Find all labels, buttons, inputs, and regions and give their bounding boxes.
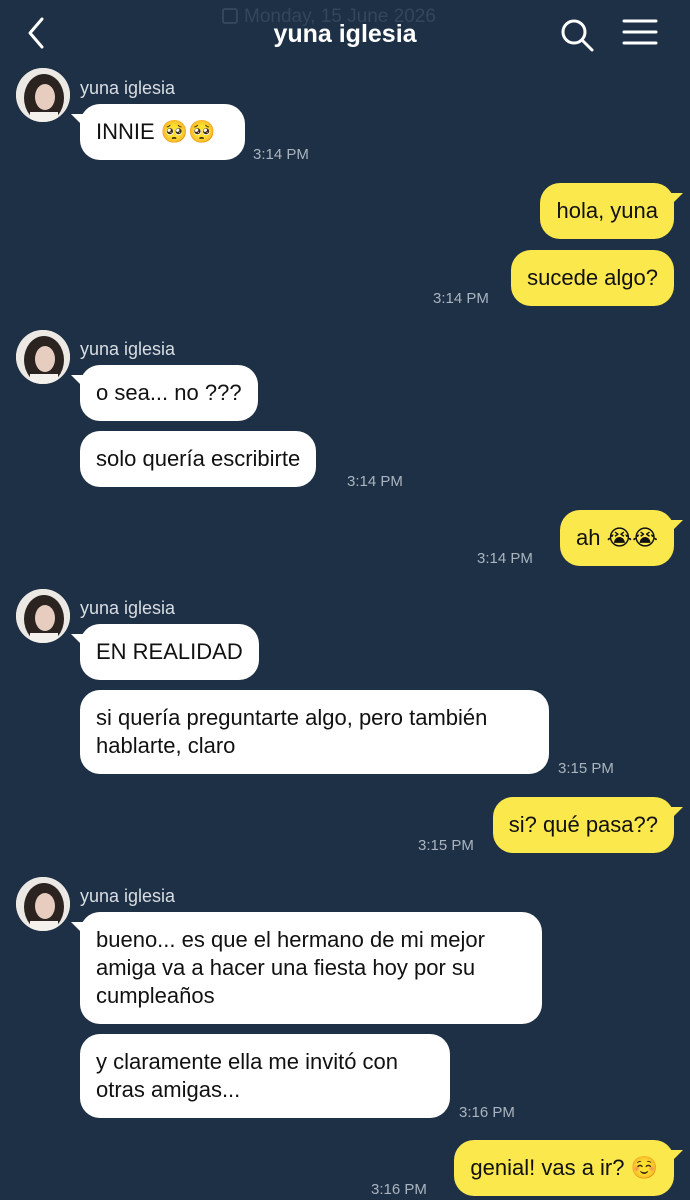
message-time: 3:16 PM <box>459 1104 515 1121</box>
search-icon[interactable] <box>558 16 596 54</box>
message-text: sucede algo? <box>527 265 658 290</box>
message-bubble[interactable]: solo quería escribirte <box>80 431 317 487</box>
sender-name: yuna iglesia <box>80 339 176 359</box>
chat-header: Monday, 15 June 2026 yuna iglesia <box>0 0 690 68</box>
message-time: 3:16 PM <box>371 1181 427 1198</box>
avatar[interactable] <box>16 68 70 122</box>
message-time: 3:14 PM <box>347 473 403 490</box>
message-text: hola, yuna <box>556 198 658 223</box>
message-time: 3:14 PM <box>253 146 309 163</box>
avatar[interactable] <box>16 877 70 931</box>
message-bubble[interactable]: hola, yuna <box>540 183 683 239</box>
message-text: solo quería escribirte <box>96 446 301 471</box>
message-text: y claramente ella me invitó con otras am… <box>96 1049 399 1102</box>
message-text: EN REALIDAD <box>96 639 243 664</box>
message-bubble[interactable]: y claramente ella me invitó con otras am… <box>80 1034 450 1118</box>
message-bubble[interactable]: bueno... es que el hermano de mi mejor a… <box>71 912 542 1024</box>
avatar[interactable] <box>16 330 70 384</box>
message-time: 3:14 PM <box>433 290 489 307</box>
message-time: 3:15 PM <box>418 837 474 854</box>
message-text: genial! vas a ir? ☺️ <box>470 1155 658 1180</box>
message-text: INNIE 🥺🥺 <box>96 119 216 144</box>
sender-name: yuna iglesia <box>80 886 176 906</box>
message-text: o sea... no ??? <box>96 380 242 405</box>
message-bubble[interactable]: EN REALIDAD <box>71 624 259 680</box>
menu-icon[interactable] <box>622 17 658 49</box>
message-text: si? qué pasa?? <box>508 812 658 837</box>
sender-name: yuna iglesia <box>80 78 176 98</box>
message-text: bueno... es que el hermano de mi mejor a… <box>96 927 485 1008</box>
message-bubble[interactable]: si quería preguntarte algo, pero también… <box>80 690 549 774</box>
message-text: ah 😭😭 <box>576 525 658 550</box>
message-bubble[interactable]: si? qué pasa?? <box>492 797 684 853</box>
message-time: 3:15 PM <box>558 760 614 777</box>
message-bubble[interactable]: sucede algo? <box>511 250 674 306</box>
message-bubble[interactable]: o sea... no ??? <box>71 365 258 421</box>
message-time: 3:14 PM <box>477 550 533 567</box>
message-text: si quería preguntarte algo, pero también… <box>96 705 488 758</box>
message-bubble[interactable]: genial! vas a ir? ☺️ <box>454 1140 683 1196</box>
message-bubble[interactable]: ah 😭😭 <box>560 510 683 566</box>
avatar[interactable] <box>16 589 70 643</box>
sender-name: yuna iglesia <box>80 598 176 618</box>
message-bubble[interactable]: INNIE 🥺🥺 <box>71 104 245 160</box>
